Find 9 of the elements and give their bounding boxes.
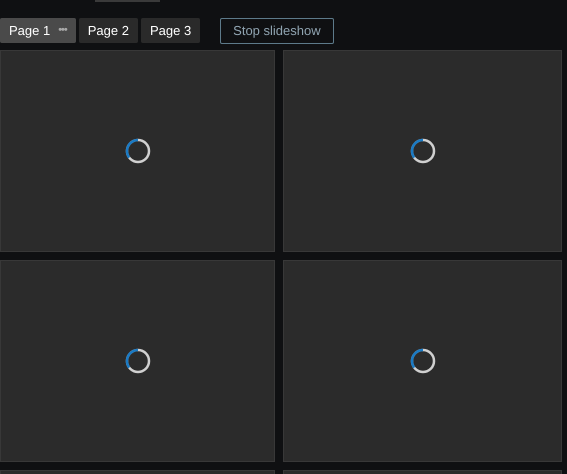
loading-spinner-icon xyxy=(410,348,436,374)
loading-spinner-icon xyxy=(124,138,150,164)
page-tab[interactable]: Page 2 xyxy=(78,18,138,43)
stop-slideshow-button[interactable]: Stop slideshow xyxy=(220,18,334,44)
page-tab[interactable]: Page 1 ••• xyxy=(0,18,76,43)
loading-spinner-icon xyxy=(124,348,150,374)
page-tab[interactable]: Page 3 xyxy=(140,18,200,43)
loading-spinner-icon xyxy=(410,138,436,164)
more-icon[interactable]: ••• xyxy=(58,22,67,39)
